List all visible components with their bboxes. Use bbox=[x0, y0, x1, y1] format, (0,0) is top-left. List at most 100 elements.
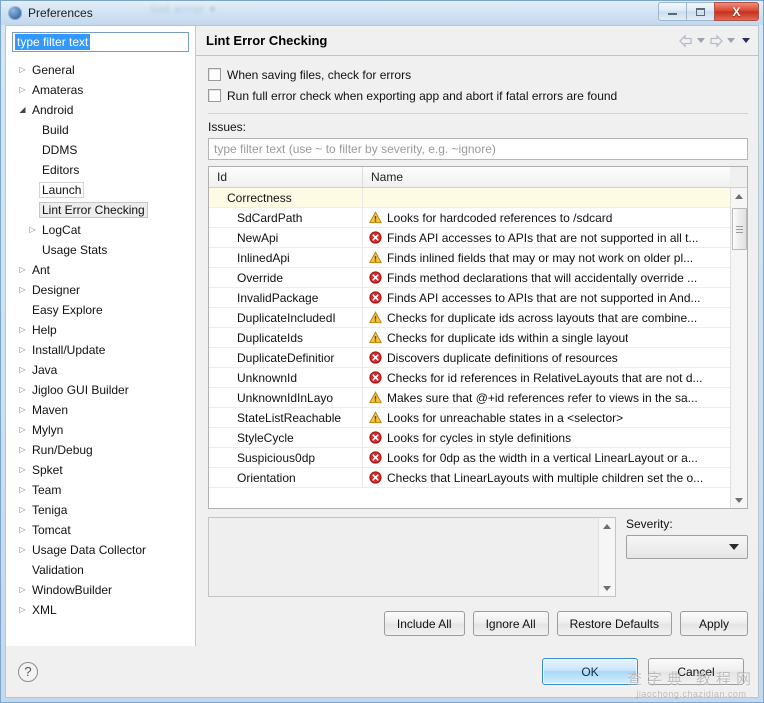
issues-filter-input[interactable]: type filter text (use ~ to filter by sev… bbox=[208, 138, 748, 160]
check-on-export-checkbox[interactable] bbox=[208, 89, 221, 102]
expand-arrow-icon[interactable]: ▷ bbox=[16, 586, 29, 594]
restore-defaults-button[interactable]: Restore Defaults bbox=[556, 611, 672, 636]
sidebar-item-lint-error-checking[interactable]: Lint Error Checking bbox=[6, 200, 195, 220]
description-scroll-up-button[interactable] bbox=[599, 518, 616, 534]
description-scroll-track[interactable] bbox=[599, 534, 616, 580]
column-header-id[interactable]: Id bbox=[209, 167, 363, 187]
sidebar-item-validation[interactable]: Validation bbox=[6, 560, 195, 580]
table-row[interactable]: StateListReachable Looks for unreachable … bbox=[209, 408, 730, 428]
view-menu-caret-icon[interactable] bbox=[742, 38, 750, 43]
severity-dropdown[interactable] bbox=[626, 535, 748, 559]
table-row[interactable]: DuplicateDefinitior Discovers duplicate d… bbox=[209, 348, 730, 368]
apply-button[interactable]: Apply bbox=[680, 611, 748, 636]
close-button[interactable]: X bbox=[714, 2, 759, 21]
back-dropdown-caret-icon[interactable] bbox=[697, 38, 705, 43]
include-all-button[interactable]: Include All bbox=[383, 611, 465, 636]
description-scroll-down-button[interactable] bbox=[599, 580, 616, 596]
sidebar-item-editors[interactable]: Editors bbox=[6, 160, 195, 180]
expand-arrow-icon[interactable]: ▷ bbox=[16, 486, 29, 494]
sidebar-item-ddms[interactable]: DDMS bbox=[6, 140, 195, 160]
back-arrow-icon[interactable] bbox=[678, 33, 694, 48]
sidebar-item-team[interactable]: ▷ Team bbox=[6, 480, 195, 500]
ok-button[interactable]: OK bbox=[542, 658, 638, 685]
minimize-icon bbox=[668, 13, 677, 15]
expand-arrow-icon[interactable]: ▷ bbox=[16, 66, 29, 74]
sidebar-item-easy-explore[interactable]: Easy Explore bbox=[6, 300, 195, 320]
expand-arrow-icon[interactable]: ▷ bbox=[16, 426, 29, 434]
minimize-button[interactable] bbox=[658, 2, 687, 21]
checkbox-row-save[interactable]: When saving files, check for errors bbox=[208, 64, 748, 85]
forward-arrow-icon[interactable] bbox=[708, 33, 724, 48]
scroll-track[interactable] bbox=[731, 204, 748, 492]
table-row[interactable]: SdCardPath Looks for hardcoded references… bbox=[209, 208, 730, 228]
sidebar-item-windowbuilder[interactable]: ▷ WindowBuilder bbox=[6, 580, 195, 600]
sidebar-item-ant[interactable]: ▷ Ant bbox=[6, 260, 195, 280]
table-row[interactable]: Orientation Checks that LinearLayouts wit… bbox=[209, 468, 730, 488]
table-row[interactable]: StyleCycle Looks for cycles in style defi… bbox=[209, 428, 730, 448]
sidebar-item-amateras[interactable]: ▷ Amateras bbox=[6, 80, 195, 100]
expand-arrow-icon[interactable]: ▷ bbox=[16, 446, 29, 454]
expand-arrow-icon[interactable]: ▷ bbox=[16, 86, 29, 94]
scroll-thumb[interactable] bbox=[731, 208, 747, 250]
expand-arrow-icon[interactable]: ▷ bbox=[16, 466, 29, 474]
sidebar-item-designer[interactable]: ▷ Designer bbox=[6, 280, 195, 300]
forward-dropdown-caret-icon[interactable] bbox=[727, 38, 735, 43]
sidebar-item-logcat[interactable]: ▷ LogCat bbox=[6, 220, 195, 240]
collapse-arrow-icon[interactable]: ◢ bbox=[16, 106, 29, 114]
help-icon[interactable]: ? bbox=[18, 661, 38, 682]
sidebar-item-run-debug[interactable]: ▷ Run/Debug bbox=[6, 440, 195, 460]
expand-arrow-icon[interactable]: ▷ bbox=[16, 606, 29, 614]
table-row[interactable]: InlinedApi Finds inlined fields that may … bbox=[209, 248, 730, 268]
expand-arrow-icon[interactable]: ▷ bbox=[16, 286, 29, 294]
expand-arrow-icon[interactable]: ▷ bbox=[16, 326, 29, 334]
sidebar-item-spket[interactable]: ▷ Spket bbox=[6, 460, 195, 480]
cell-name: Finds API accesses to APIs that are not … bbox=[363, 288, 730, 307]
sidebar-item-usage-data-collector[interactable]: ▷ Usage Data Collector bbox=[6, 540, 195, 560]
sidebar-item-xml[interactable]: ▷ XML bbox=[6, 600, 195, 620]
expand-arrow-icon[interactable]: ▷ bbox=[16, 546, 29, 554]
sidebar-item-java[interactable]: ▷ Java bbox=[6, 360, 195, 380]
check-on-save-checkbox[interactable] bbox=[208, 68, 221, 81]
expand-arrow-icon[interactable]: ▷ bbox=[16, 506, 29, 514]
expand-arrow-icon[interactable]: ▷ bbox=[16, 406, 29, 414]
sidebar-filter-field[interactable]: type filter text bbox=[12, 32, 189, 52]
table-row[interactable]: Suspicious0dp Looks for 0dp as the width … bbox=[209, 448, 730, 468]
table-row[interactable]: UnknownIdInLayo Makes sure that @+id refe… bbox=[209, 388, 730, 408]
table-group-row[interactable]: Correctness bbox=[209, 188, 730, 208]
description-scrollbar[interactable] bbox=[598, 518, 615, 596]
expand-arrow-icon[interactable]: ▷ bbox=[16, 266, 29, 274]
table-row[interactable]: NewApi Finds API accesses to APIs that ar… bbox=[209, 228, 730, 248]
table-row[interactable]: DuplicateIncludedI Checks for duplicate i… bbox=[209, 308, 730, 328]
sidebar-item-build[interactable]: Build bbox=[6, 120, 195, 140]
column-header-name[interactable]: Name bbox=[363, 167, 730, 187]
table-row[interactable]: InvalidPackage Finds API accesses to APIs… bbox=[209, 288, 730, 308]
sidebar-item-mylyn[interactable]: ▷ Mylyn bbox=[6, 420, 195, 440]
ignore-all-button[interactable]: Ignore All bbox=[472, 611, 549, 636]
table-row[interactable]: Override Finds method declarations that w… bbox=[209, 268, 730, 288]
expand-arrow-icon[interactable]: ▷ bbox=[26, 226, 39, 234]
sidebar-item-usage-stats[interactable]: Usage Stats bbox=[6, 240, 195, 260]
cell-name-text: Finds method declarations that will acci… bbox=[387, 270, 698, 285]
sidebar-item-android[interactable]: ◢ Android bbox=[6, 100, 195, 120]
table-row[interactable]: UnknownId Checks for id references in Rel… bbox=[209, 368, 730, 388]
sidebar-item-jigloo-gui-builder[interactable]: ▷ Jigloo GUI Builder bbox=[6, 380, 195, 400]
sidebar-item-general[interactable]: ▷ General bbox=[6, 60, 195, 80]
expand-arrow-icon[interactable]: ▷ bbox=[16, 386, 29, 394]
cancel-button[interactable]: Cancel bbox=[648, 658, 744, 685]
scroll-up-button[interactable] bbox=[731, 188, 748, 204]
scroll-down-button[interactable] bbox=[731, 492, 748, 508]
check-on-export-label: Run full error check when exporting app … bbox=[227, 88, 618, 103]
sidebar-item-launch[interactable]: Launch bbox=[6, 180, 195, 200]
sidebar-item-help[interactable]: ▷ Help bbox=[6, 320, 195, 340]
sidebar-item-teniga[interactable]: ▷ Teniga bbox=[6, 500, 195, 520]
maximize-button[interactable] bbox=[686, 2, 715, 21]
sidebar-item-maven[interactable]: ▷ Maven bbox=[6, 400, 195, 420]
sidebar-item-tomcat[interactable]: ▷ Tomcat bbox=[6, 520, 195, 540]
expand-arrow-icon[interactable]: ▷ bbox=[16, 346, 29, 354]
checkbox-row-export[interactable]: Run full error check when exporting app … bbox=[208, 85, 748, 106]
issues-table-scrollbar[interactable] bbox=[730, 188, 747, 508]
sidebar-item-install-update[interactable]: ▷ Install/Update bbox=[6, 340, 195, 360]
table-row[interactable]: DuplicateIds Checks for duplicate ids wit… bbox=[209, 328, 730, 348]
expand-arrow-icon[interactable]: ▷ bbox=[16, 526, 29, 534]
expand-arrow-icon[interactable]: ▷ bbox=[16, 366, 29, 374]
